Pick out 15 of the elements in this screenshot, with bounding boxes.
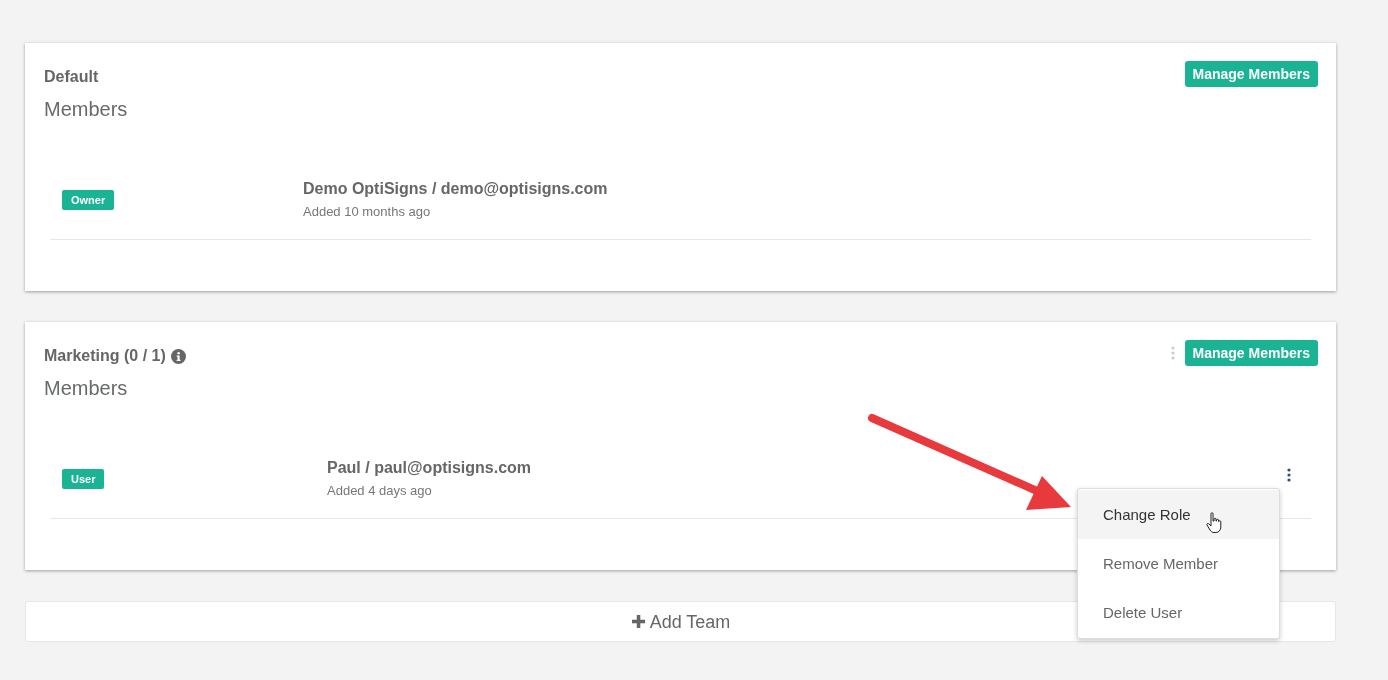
team-title: Marketing (0 / 1): [44, 347, 166, 365]
info-icon[interactable]: [170, 348, 186, 364]
hand-cursor-icon: [1206, 512, 1222, 534]
section-heading: Members: [44, 98, 128, 121]
added-date: Added 4 days ago: [327, 482, 433, 498]
section-heading: Members: [44, 377, 129, 400]
menu-item[interactable]: Change Role: [1078, 490, 1279, 539]
more-options-icon[interactable]: [1287, 468, 1291, 482]
added-date: Added 10 months ago: [303, 203, 432, 219]
role-badge: User: [62, 469, 105, 489]
team-title: Default: [44, 68, 99, 86]
role-badge: Owner: [62, 190, 115, 210]
member-name: Paul / paul@optisigns.com: [327, 458, 532, 477]
menu-item[interactable]: Remove Member: [1078, 539, 1279, 588]
member-name: Demo OptiSigns / demo@optisigns.com: [303, 179, 608, 198]
